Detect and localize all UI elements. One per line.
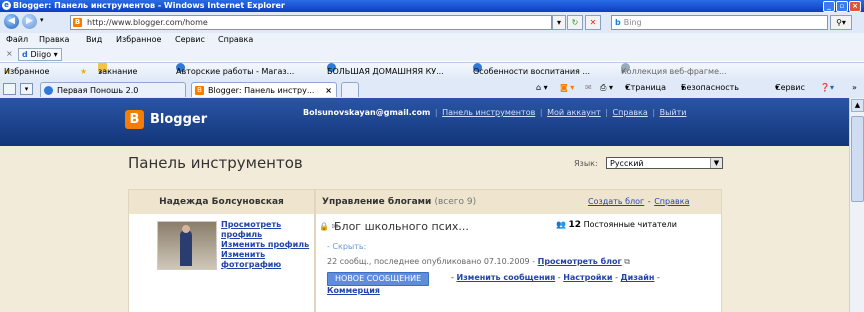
address-toolbar: ◀ ▶ ▾ B http://www.blogger.com/home ▾ ↻ … <box>0 12 864 33</box>
posts-info: 22 сообщ., последнее опубликовано 07.10.… <box>327 257 630 267</box>
followers-icon: 👥 <box>556 220 566 229</box>
page-content: B Blogger Bolsunovskayan@gmail.com | Пан… <box>0 98 849 312</box>
new-post-button[interactable]: НОВОЕ СООБЩЕНИЕ <box>327 272 430 286</box>
menu-tools[interactable]: Сервис <box>175 33 205 47</box>
view-blog-link[interactable]: Просмотреть блог <box>538 257 622 266</box>
bing-icon: b <box>615 18 621 27</box>
add-favorites-icon[interactable]: ★ <box>80 63 87 81</box>
edit-posts-link[interactable]: Изменить сообщения <box>456 273 555 282</box>
blogs-panel-title: Управление блогами <box>322 197 432 207</box>
followers: 👥 12 Постоянные читатели <box>556 220 677 230</box>
sign-out-link[interactable]: Выйти <box>660 108 687 117</box>
diigo-icon: d <box>22 50 31 59</box>
favorite-item-1[interactable]: закнание ▾ <box>98 63 137 81</box>
menu-view[interactable]: Вид <box>86 33 102 47</box>
posts-summary: 22 сообщ., последнее опубликовано 07.10.… <box>327 257 536 266</box>
print-icon[interactable]: ⎙ ▾ <box>600 80 613 96</box>
blog-name[interactable]: Блог школьного псих... <box>334 220 469 233</box>
ie-page-icon <box>44 86 53 95</box>
stop-button[interactable]: ✕ <box>585 15 601 30</box>
close-tab-icon[interactable]: × <box>325 83 332 99</box>
mail-icon[interactable]: ✉ <box>585 80 592 96</box>
settings-link[interactable]: Настройки <box>563 273 612 282</box>
ie-logo-icon: e <box>2 1 11 10</box>
monetize-link[interactable]: Коммерция <box>327 286 380 295</box>
home-icon[interactable]: ⌂ ▾ <box>536 80 548 96</box>
blogs-panel-header: Управление блогами (всего 9) Создать бло… <box>316 190 721 214</box>
chevron-down-icon: ▼ <box>710 158 722 168</box>
help-link[interactable]: Справка <box>613 108 648 117</box>
design-link[interactable]: Дизайн <box>621 273 655 282</box>
diigo-button[interactable]: d Diigo ▾ <box>18 48 62 61</box>
search-input[interactable]: b Bing <box>611 15 828 30</box>
tab-bar: ▾ Первая Поношь 2.0 B Blogger: Панель ин… <box>0 80 864 99</box>
language-label: Язык: <box>574 159 598 168</box>
blogger-logo-icon[interactable]: B <box>125 110 144 129</box>
tab-list-icon[interactable]: ▾ <box>20 83 33 95</box>
page-menu[interactable]: Страница ▾ <box>625 80 666 96</box>
create-blog-link[interactable]: Создать блог <box>588 197 644 206</box>
view-profile-link[interactable]: Просмотреть профиль <box>221 220 314 240</box>
followers-count: 12 <box>568 220 582 230</box>
scroll-up-icon[interactable]: ▲ <box>851 99 864 112</box>
minimize-button[interactable]: _ <box>823 1 835 12</box>
profile-photo[interactable] <box>157 221 217 270</box>
favorites-bar: ★ Избранное ★ закнание ▾ Авторские работ… <box>0 62 864 81</box>
forward-button[interactable]: ▶ <box>22 14 37 29</box>
more-chevron-icon[interactable]: » <box>852 80 857 96</box>
hide-link[interactable]: - Скрыть: <box>327 242 366 251</box>
my-account-link[interactable]: Мой аккаунт <box>547 108 601 117</box>
help-icon[interactable]: ❓▾ <box>820 80 834 96</box>
blogger-header: B Blogger Bolsunovskayan@gmail.com | Пан… <box>0 98 849 146</box>
page-title: Панель инструментов <box>128 154 303 172</box>
user-email: Bolsunovskayan@gmail.com <box>303 108 431 117</box>
dashboard-link[interactable]: Панель инструментов <box>442 108 535 117</box>
favorite-item-5[interactable]: Коллекция веб-фрагме... ▾ <box>621 63 727 81</box>
tools-menu[interactable]: Сервис ▾ <box>775 80 805 96</box>
search-button[interactable]: ⚲▾ <box>830 15 852 30</box>
profile-name: Надежда Болсуновская <box>129 190 314 214</box>
maximize-button[interactable]: ▫ <box>836 1 848 12</box>
blogger-favicon-icon: B <box>73 18 82 27</box>
safety-menu[interactable]: Безопасность ▾ <box>681 80 739 96</box>
new-tab-button[interactable] <box>341 82 359 97</box>
close-window-button[interactable]: × <box>849 1 861 12</box>
blogs-count: (всего 9) <box>434 197 477 207</box>
history-dropdown-icon[interactable]: ▾ <box>40 16 44 24</box>
tab-blogger-dashboard[interactable]: B Blogger: Панель инстру... × <box>191 82 337 97</box>
language-select[interactable]: Русский ▼ <box>606 157 723 169</box>
feeds-icon[interactable]: ◙ ▾ <box>560 80 574 96</box>
edit-photo-link[interactable]: Изменить фотографию <box>221 250 314 270</box>
account-links: Bolsunovskayan@gmail.com | Панель инстру… <box>303 108 687 117</box>
address-dropdown-button[interactable]: ▾ <box>552 15 566 30</box>
profile-panel: Надежда Болсуновская Просмотреть профиль… <box>128 189 315 312</box>
scroll-thumb[interactable] <box>851 116 864 202</box>
followers-label: Постоянные читатели <box>583 220 677 229</box>
menu-help[interactable]: Справка <box>218 33 253 47</box>
quick-tabs-icon[interactable] <box>3 83 16 95</box>
close-toolbar-icon[interactable]: × <box>6 47 13 61</box>
menu-file[interactable]: Файл <box>6 33 28 47</box>
external-link-icon: ⧉ <box>624 257 630 266</box>
manage-blogs-panel: Управление блогами (всего 9) Создать бло… <box>315 189 722 312</box>
vertical-scrollbar[interactable]: ▲ <box>849 98 864 312</box>
tab-first-help[interactable]: Первая Поношь 2.0 <box>40 82 186 97</box>
diigo-toolbar: × d Diigo ▾ <box>0 47 864 61</box>
menu-favorites[interactable]: Избранное <box>116 33 161 47</box>
address-url: http://www.blogger.com/home <box>87 18 208 27</box>
address-bar[interactable]: B http://www.blogger.com/home <box>70 15 552 30</box>
blogger-favicon-icon: B <box>195 86 204 95</box>
menu-edit[interactable]: Правка <box>39 33 69 47</box>
window-title: Blogger: Панель инструментов - Windows I… <box>13 1 285 10</box>
back-button[interactable]: ◀ <box>4 14 19 29</box>
window-title-bar: e Blogger: Панель инструментов - Windows… <box>0 0 864 12</box>
menu-bar: Файл Правка Вид Избранное Сервис Справка <box>0 33 864 47</box>
edit-profile-link[interactable]: Изменить профиль <box>221 240 314 250</box>
blogger-logo-text[interactable]: Blogger <box>150 112 207 127</box>
blog-actions: - Изменить сообщения - Настройки - Дизай… <box>451 273 660 282</box>
refresh-button[interactable]: ↻ <box>567 15 583 30</box>
blogs-help-link[interactable]: Справка <box>654 197 689 206</box>
lock-icon: 🔒 <box>319 222 329 231</box>
